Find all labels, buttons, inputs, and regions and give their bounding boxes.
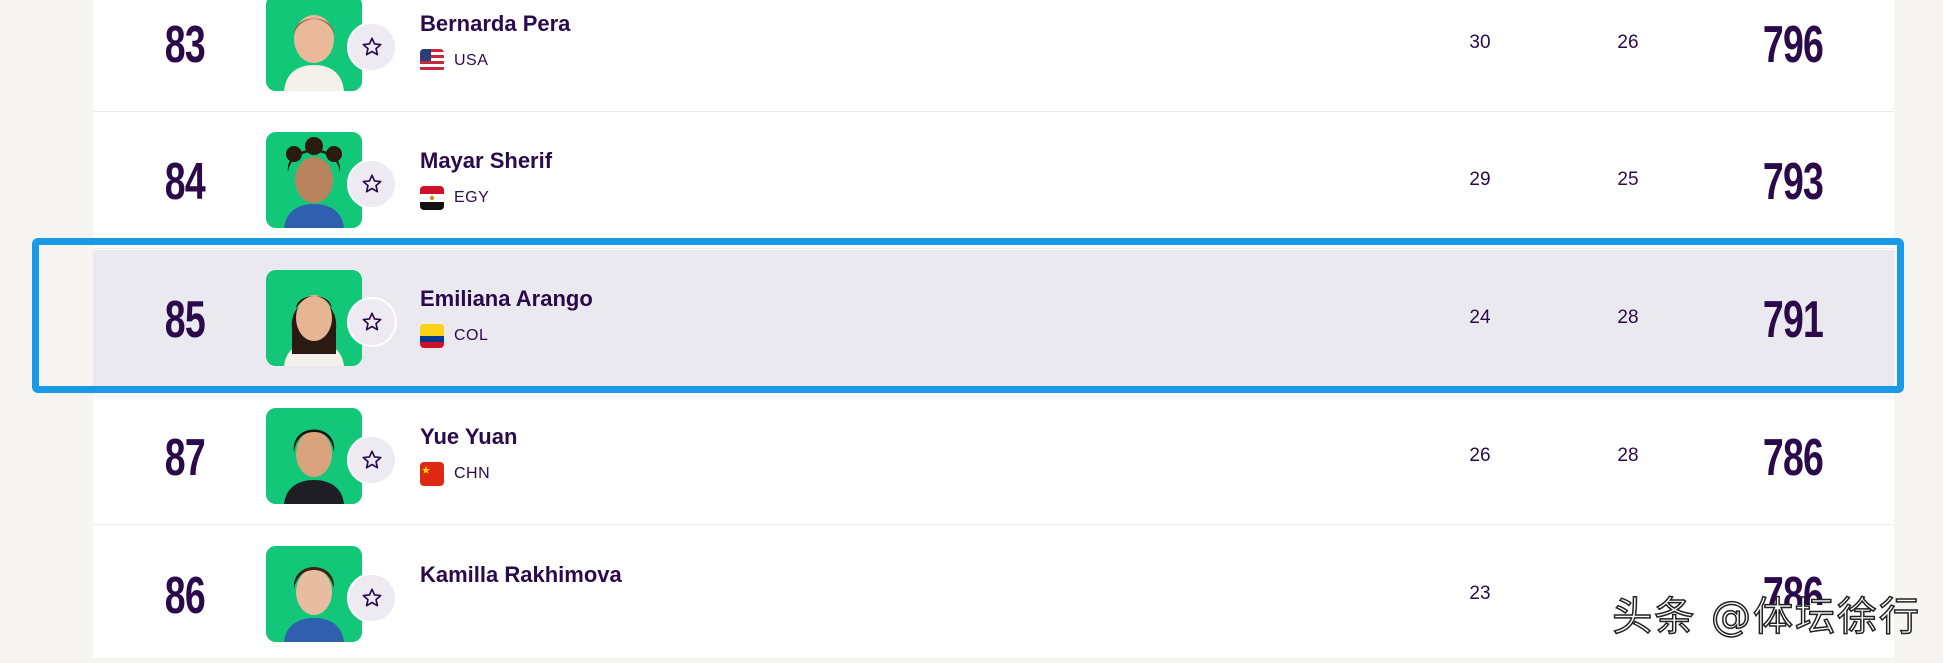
ranking-points: 786: [1735, 428, 1850, 488]
country-code: EGY: [454, 189, 489, 207]
ranking-row[interactable]: 83 ▲ 7 Bernarda Pera: [93, 0, 1894, 112]
ranking-row[interactable]: 84 23 ▼ Mayar Sherif: [93, 112, 1894, 249]
player-name[interactable]: Bernarda Pera: [420, 11, 570, 37]
player-country: EGY: [420, 186, 489, 210]
favorite-button[interactable]: [347, 573, 397, 623]
rank-number: 87: [124, 428, 205, 488]
player-country: USA: [420, 49, 488, 73]
country-code: CHN: [454, 465, 490, 483]
egypt-flag-icon: [420, 186, 444, 210]
ranking-row[interactable]: 87 ▲ 2 Yue Yuan CHN 26: [93, 388, 1894, 525]
star-outline-icon: [361, 311, 383, 333]
rankings-table: 83 ▲ 7 Bernarda Pera: [93, 0, 1894, 658]
tournaments-played: 30: [1450, 32, 1510, 54]
ranking-points: 793: [1735, 152, 1850, 212]
player-name[interactable]: Yue Yuan: [420, 424, 517, 450]
player-age: 26: [1598, 32, 1658, 54]
tournaments-played: 23: [1450, 583, 1510, 605]
ranking-points: 791: [1735, 290, 1850, 350]
country-code: COL: [454, 327, 488, 345]
rank-number: 86: [124, 566, 205, 626]
player-name[interactable]: Mayar Sherif: [420, 148, 552, 174]
colombia-flag-icon: [420, 324, 444, 348]
star-outline-icon: [361, 449, 383, 471]
ranking-points: 796: [1735, 15, 1850, 75]
rank-number: 83: [124, 15, 205, 75]
tournaments-played: 26: [1450, 445, 1510, 467]
rank-number: 85: [124, 290, 205, 350]
star-outline-icon: [361, 587, 383, 609]
rank-number: 84: [124, 152, 205, 212]
star-outline-icon: [361, 173, 383, 195]
favorite-button[interactable]: [347, 297, 397, 347]
watermark: 头条 @体坛徐行: [1612, 584, 1921, 642]
usa-flag-icon: [420, 49, 444, 73]
player-name[interactable]: Emiliana Arango: [420, 286, 593, 312]
player-country: COL: [420, 324, 488, 348]
china-flag-icon: [420, 462, 444, 486]
ranking-row-highlighted[interactable]: 85 ▲ 3 Emiliana Arango: [93, 250, 1894, 387]
favorite-button[interactable]: [347, 435, 397, 485]
tournaments-played: 24: [1450, 307, 1510, 329]
player-age: 28: [1598, 307, 1658, 329]
favorite-button[interactable]: [347, 22, 397, 72]
player-country: CHN: [420, 462, 490, 486]
player-age: 28: [1598, 445, 1658, 467]
favorite-button[interactable]: [347, 159, 397, 209]
tournaments-played: 29: [1450, 169, 1510, 191]
player-age: 25: [1598, 169, 1658, 191]
star-outline-icon: [361, 36, 383, 58]
country-code: USA: [454, 52, 488, 70]
player-name[interactable]: Kamilla Rakhimova: [420, 562, 622, 588]
